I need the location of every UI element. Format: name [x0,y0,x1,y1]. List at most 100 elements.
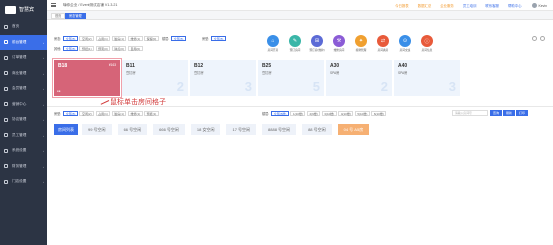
filter-chip[interactable]: 3(10楼) [321,110,337,116]
menu-toggle-icon[interactable] [51,3,56,7]
room-card[interactable]: B25 豆钉房 5 [258,60,324,96]
filter-chip[interactable]: 全部(5楼) [271,110,289,116]
room-search-input[interactable]: 请输入房间号 [452,110,488,116]
room-chip[interactable]: 04 号 A5房 [337,124,370,135]
brand-name: 智慧宾 [19,7,35,13]
annotation-arrow [100,100,110,105]
room-number: A30 [330,63,340,69]
room-chip[interactable]: 18 女空闲 [190,124,221,135]
room-chip[interactable]: 66 号空闲 [117,124,148,135]
filter-label: 楼层: [262,111,270,116]
filter-chip[interactable]: 维修(1) [127,35,143,41]
sidebar-item-6[interactable]: 协议管理 › [0,112,47,128]
action-0[interactable]: ⌂ 房间开房 [262,35,284,52]
sidebar-item-1[interactable]: 前台管理 › [0,34,47,50]
sidebar-item-5[interactable]: 营销中心 › [0,97,47,113]
sidebar: 智慧宾 首页 前台管理 › 订单管理 › 商业管理 › 会员管理 › 营销中心 › 协议管理 › 员工管理… [0,0,47,245]
filter-chip[interactable]: 全部(5) [171,35,186,41]
filter-chip[interactable]: 预抵(1) [79,45,95,51]
room-number: A40 [398,63,408,69]
filter-chip[interactable]: 钟点(0) [111,45,127,51]
room-chip[interactable]: 99 号空闲 [82,124,112,135]
room-chip[interactable]: 88 号空闲 [302,124,332,135]
top-link-1[interactable]: 数据汇总 [418,3,432,8]
action-label: 预订房(维护) [309,49,325,52]
filter-chip[interactable]: 全部(5) [211,35,226,41]
filter-chip[interactable]: 6(10楼) [371,110,387,116]
top-link-4[interactable]: 联系客服 [485,3,499,8]
filter-chip[interactable]: 全部(5) [63,110,78,116]
room-card[interactable]: B18 ¥163 ●● [52,58,122,98]
avatar[interactable] [531,3,537,8]
room-card[interactable]: A30 SPA房 2 [326,60,392,96]
filter-chip[interactable]: 1(10楼) [290,110,306,116]
settings-icon[interactable] [540,36,545,41]
room-number: B11 [126,63,135,69]
user-name[interactable]: Kevin [539,4,547,8]
filter-chip[interactable]: 预抵(1) [144,110,159,116]
topbar: 嗨你企业 / Event测试店铺 V1.3.21 今日报表 数据汇总 企业服务 员工培… [47,0,553,11]
room-status-dots: ●● [57,89,61,93]
room-chip[interactable]: 8888 号空闲 [262,124,297,135]
filter-chip[interactable]: 占用(1) [95,35,111,41]
room-number: B25 [262,63,272,69]
filter-chip[interactable]: 脏房(1) [111,110,127,116]
tab-home[interactable]: 首页 [51,13,66,19]
action-icon: ✦ [355,35,367,47]
action-4[interactable]: ✦ 挂牌管理 [350,35,372,52]
sidebar-item-0[interactable]: 首页 [0,19,47,35]
sidebar-item-7[interactable]: 员工管理 › [0,128,47,144]
filter-chip[interactable]: 自用(0) [127,45,143,51]
filter-chip[interactable]: 2(9楼) [306,110,321,116]
action-7[interactable]: ⓘ 房间信息 [416,35,438,52]
filter-row-other: 其他: 全部(5) 预抵(1) 预离(0) 钟点(0) 自用(0) [54,45,144,51]
refresh-button[interactable]: 刷新 [503,110,516,116]
top-link-3[interactable]: 员工培训 [463,3,477,8]
sidebar-item-9[interactable]: 财务管理 › [0,159,47,175]
filter-chip[interactable]: 全部(5) [63,45,78,51]
room-chip[interactable]: 17 号空闲 [226,124,257,135]
refresh-icon[interactable] [532,36,537,41]
tab-room-status[interactable]: 房态管理 [65,13,86,19]
room-card[interactable]: B12 豆钉房 3 [190,60,256,96]
filter-chip[interactable]: 占用(1) [95,110,111,116]
filter-chip[interactable]: 预离(0) [95,45,111,51]
chevron-right-icon: › [43,56,44,60]
sidebar-item-10[interactable]: 门店设置 › [0,174,47,190]
top-link-2[interactable]: 企业服务 [440,3,454,8]
top-link-0[interactable]: 今日报表 [395,3,409,8]
action-6[interactable]: ⊙ 房间交班 [394,35,416,52]
filter-chip[interactable]: 4(10楼) [338,110,354,116]
room-big-number: 2 [176,79,184,94]
room-type: SPA房 [398,71,408,75]
sidebar-item-8[interactable]: 系统设置 › [0,143,47,159]
filter-chip[interactable]: 脏房(1) [111,35,127,41]
sidebar-item-4[interactable]: 会员管理 › [0,81,47,97]
action-2[interactable]: ⊞ 预订房(维护) [306,35,328,52]
action-5[interactable]: ⇄ 房间换房 [372,35,394,52]
filter-chip[interactable]: 空闲(2) [79,110,95,116]
filter-chip[interactable]: 空闲(2) [79,35,95,41]
sidebar-item-2[interactable]: 订单管理 › [0,50,47,66]
filter-chip[interactable]: 维修(1) [127,110,143,116]
action-icon: ⊞ [311,35,323,47]
nav-item-icon [4,86,8,91]
filter-chip[interactable]: 保留(0) [144,35,159,41]
room-card[interactable]: A40 SPA房 3 [394,60,460,96]
print-button[interactable]: 打印 [516,110,529,116]
action-label: 房间信息 [421,49,433,52]
room-chip[interactable]: 666 号空闲 [153,124,185,135]
search-button[interactable]: 查询 [490,110,503,116]
action-3[interactable]: ⚒ 维修房间 [328,35,350,52]
room-big-number: 2 [380,79,388,94]
action-1[interactable]: ✎ 预订房间 [284,35,306,52]
top-link-5[interactable]: 帮助中心 [508,3,522,8]
sidebar-item-3[interactable]: 商业管理 › [0,66,47,82]
room-chip[interactable]: 房间列表 [54,124,78,135]
chevron-right-icon: › [43,118,44,122]
filter-chip[interactable]: 全部(5) [63,35,78,41]
filter-chip[interactable]: 5(10楼) [354,110,370,116]
filter-label: 楼层: [162,36,170,41]
room-card[interactable]: B11 豆钉房 2 [122,60,188,96]
nav-item-icon [4,55,8,60]
